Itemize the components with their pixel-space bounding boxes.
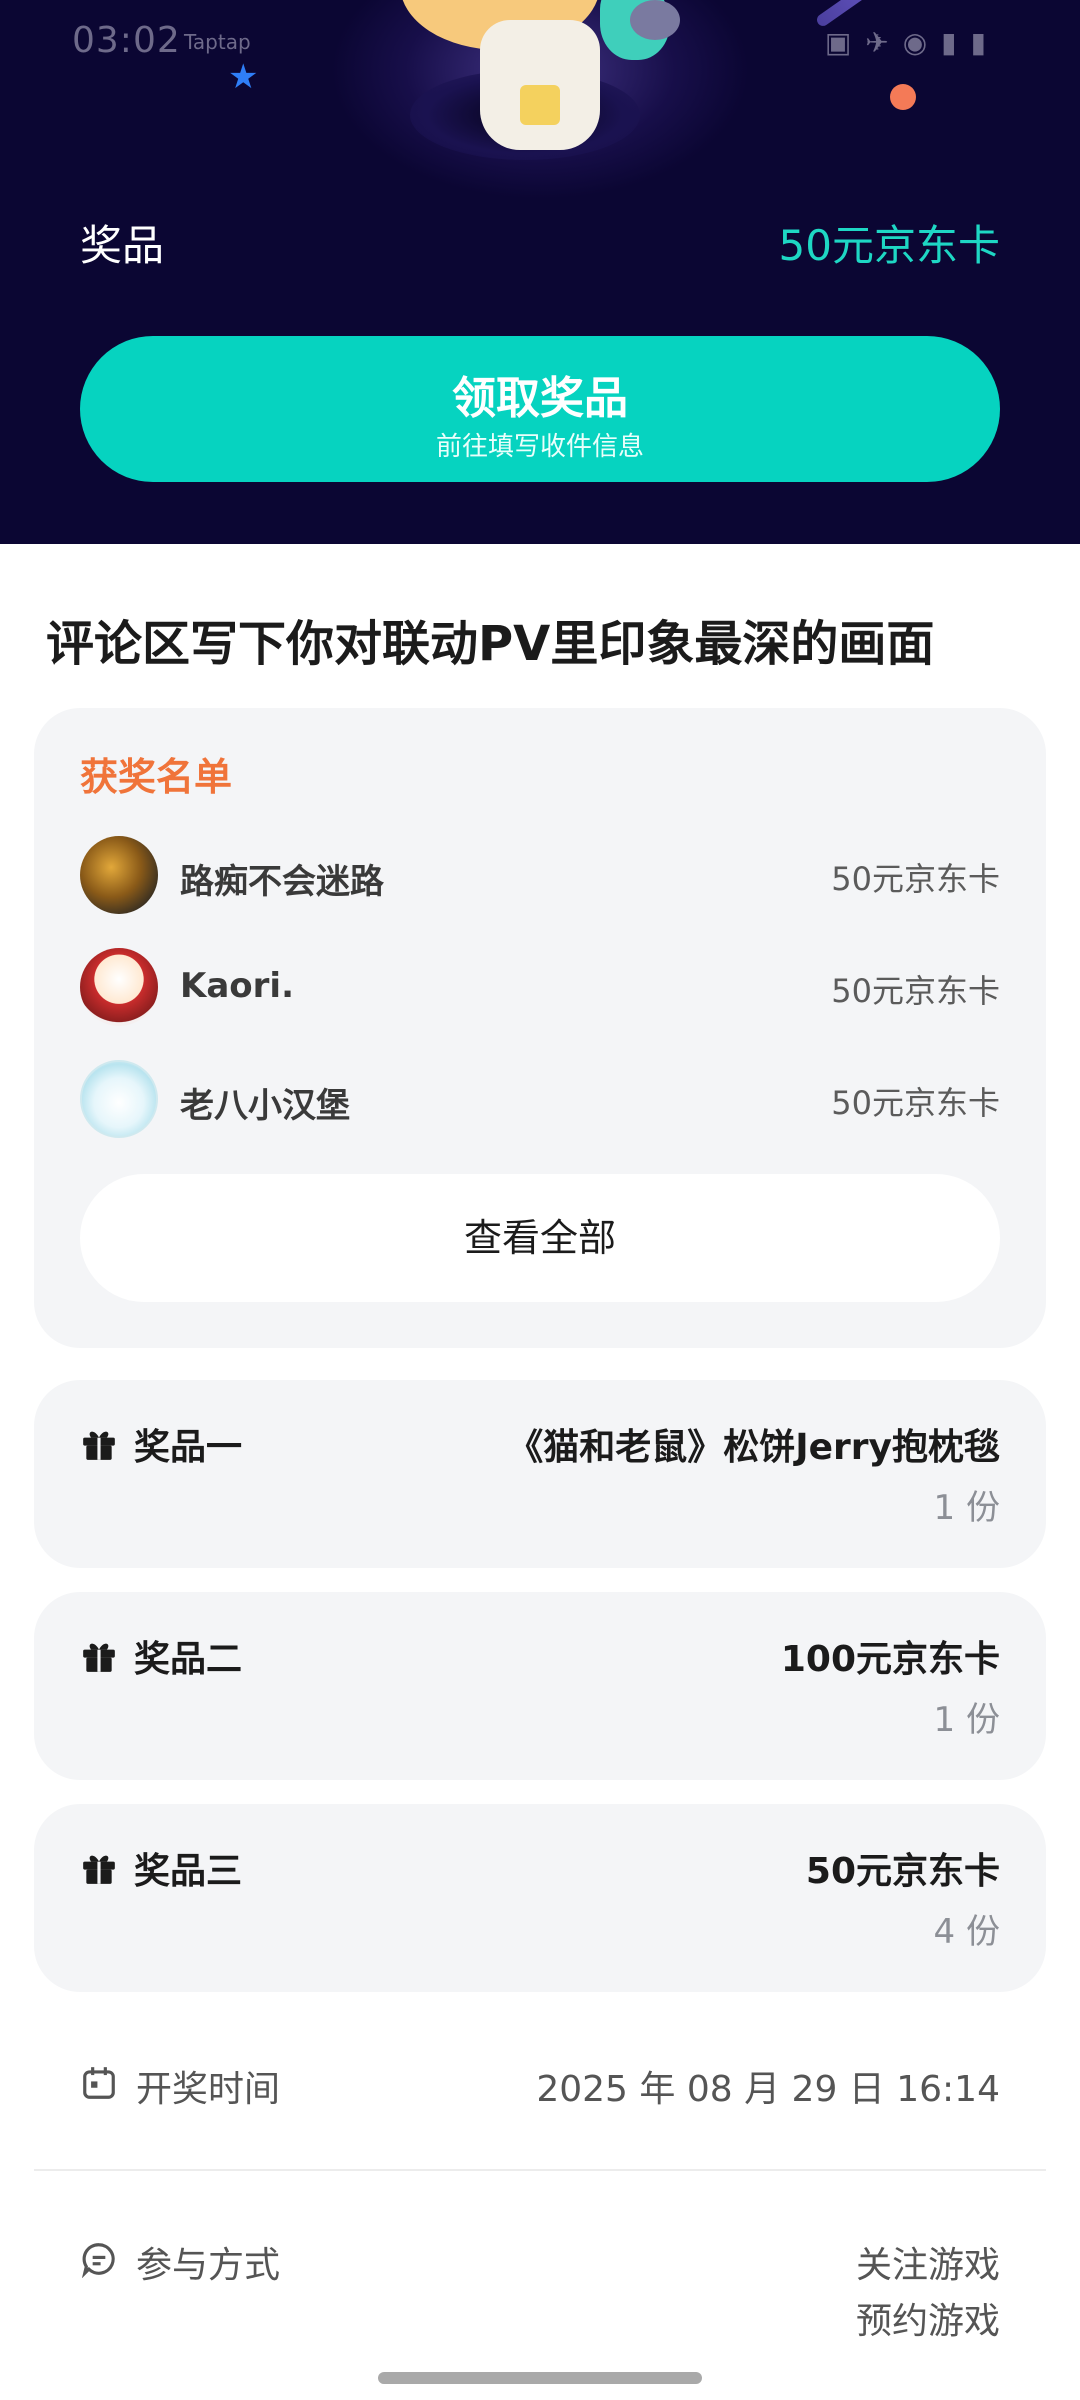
claim-prize-button[interactable]: 领取奖品 前往填写收件信息 bbox=[80, 336, 1000, 482]
participation-row: 参与方式 关注游戏 预约游戏 bbox=[80, 2230, 1000, 2350]
prize-card: 奖品三 50元京东卡 4 份 bbox=[34, 1804, 1046, 1992]
winner-prize: 50元京东卡 bbox=[831, 860, 1000, 898]
avatar bbox=[80, 948, 158, 1026]
status-icons: ▣✈◉▮▮ bbox=[824, 26, 1000, 59]
winners-title: 获奖名单 bbox=[80, 755, 233, 799]
status-time: 03:02 bbox=[72, 20, 181, 61]
status-bar: 03:02 Taptap ▣✈◉▮▮ bbox=[0, 20, 1080, 70]
winners-card: 获奖名单 路痴不会迷路 50元京东卡 Kaori. 50元京东卡 老八小汉堡 5… bbox=[34, 708, 1046, 1348]
calendar-icon bbox=[83, 2067, 115, 2099]
winner-row[interactable]: Kaori. 50元京东卡 bbox=[80, 948, 1000, 1028]
prize-label: 奖品 bbox=[80, 221, 165, 270]
winner-name: 路痴不会迷路 bbox=[180, 862, 384, 902]
event-title: 评论区写下你对联动PV里印象最深的画面 bbox=[46, 616, 935, 672]
participation-method-follow: 关注游戏 bbox=[855, 2245, 1000, 2286]
prize-value: 50元京东卡 bbox=[778, 221, 1000, 270]
gift-icon bbox=[83, 1643, 115, 1672]
prize-header: ★ 03:02 Taptap ▣✈◉▮▮ 奖品 50元京东卡 领取奖品 前往填写… bbox=[0, 0, 1080, 544]
winner-name: 老八小汉堡 bbox=[180, 1086, 350, 1126]
prize-title: 奖品二 bbox=[134, 1639, 243, 1680]
prize-name: 100元京东卡 bbox=[780, 1639, 1000, 1680]
draw-time-value: 2025 年 08 月 29 日 16:14 bbox=[536, 2069, 1000, 2110]
prize-card: 奖品一 《猫和老鼠》松饼Jerry抱枕毯 1 份 bbox=[34, 1380, 1046, 1568]
avatar bbox=[80, 1060, 158, 1138]
status-app-label: Taptap bbox=[184, 30, 251, 54]
prize-card: 奖品二 100元京东卡 1 份 bbox=[34, 1592, 1046, 1780]
prize-quantity: 4 份 bbox=[933, 1912, 1000, 1952]
participation-label: 参与方式 bbox=[136, 2245, 281, 2286]
prize-quantity: 1 份 bbox=[933, 1488, 1000, 1528]
divider bbox=[34, 2169, 1046, 2171]
decor-dot bbox=[890, 84, 916, 110]
draw-time-row: 开奖时间 2025 年 08 月 29 日 16:14 bbox=[80, 2054, 1000, 2114]
prize-title: 奖品一 bbox=[134, 1427, 243, 1468]
winner-prize: 50元京东卡 bbox=[831, 1084, 1000, 1122]
winner-name: Kaori. bbox=[180, 966, 294, 1006]
prize-quantity: 1 份 bbox=[933, 1700, 1000, 1740]
home-indicator[interactable] bbox=[378, 2372, 702, 2384]
winner-row[interactable]: 老八小汉堡 50元京东卡 bbox=[80, 1060, 1000, 1140]
prize-title: 奖品三 bbox=[134, 1851, 243, 1892]
mascot-tie bbox=[520, 85, 560, 125]
avatar bbox=[80, 836, 158, 914]
winner-prize: 50元京东卡 bbox=[831, 972, 1000, 1010]
comment-icon bbox=[81, 2243, 115, 2278]
claim-button-sublabel: 前往填写收件信息 bbox=[435, 432, 644, 462]
gift-icon bbox=[83, 1855, 115, 1884]
prize-name: 50元京东卡 bbox=[805, 1851, 1000, 1892]
draw-time-label: 开奖时间 bbox=[136, 2069, 281, 2110]
claim-button-label: 领取奖品 bbox=[452, 373, 628, 424]
view-all-button[interactable]: 查看全部 bbox=[80, 1174, 1000, 1302]
gift-icon bbox=[83, 1431, 115, 1460]
participation-method-reserve: 预约游戏 bbox=[855, 2301, 1000, 2342]
prize-name: 《猫和老鼠》松饼Jerry抱枕毯 bbox=[507, 1427, 1000, 1468]
winner-row[interactable]: 路痴不会迷路 50元京东卡 bbox=[80, 836, 1000, 916]
